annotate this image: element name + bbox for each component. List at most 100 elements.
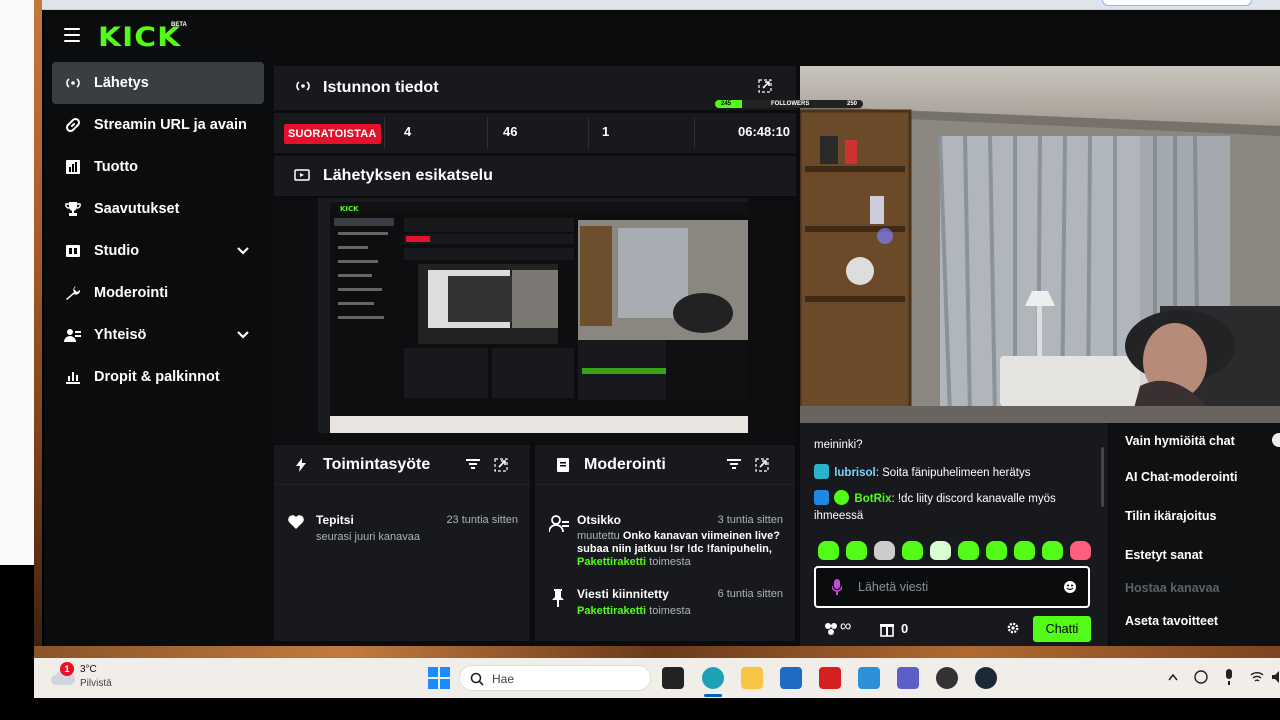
moderation-user[interactable]: Pakettiraketti xyxy=(577,605,646,617)
preview-title: Lähetyksen esikatselu xyxy=(323,167,493,184)
chat-username[interactable]: BotRix xyxy=(854,493,891,505)
emoji-icon[interactable] xyxy=(1064,581,1076,593)
emote-icon[interactable] xyxy=(874,541,895,560)
emote-icon[interactable] xyxy=(930,541,951,560)
steam-icon[interactable] xyxy=(975,667,997,689)
chat-username[interactable]: lubrisol xyxy=(834,467,876,479)
weather-desc: Pilvistä xyxy=(80,678,112,689)
desktop-dark-area xyxy=(0,565,34,720)
sidebar-item-broadcast[interactable]: Lähetys xyxy=(52,62,264,104)
session-stats: SUORATOISTAA 4 46 1 06:48:10 xyxy=(274,113,796,153)
activity-feed-panel: Toimintasyöte Tepitsi 23 tuntia sitten s… xyxy=(274,445,530,641)
emote-icon[interactable] xyxy=(986,541,1007,560)
menu-item-emote-only[interactable]: Vain hymiöitä chat xyxy=(1125,434,1235,448)
chat-text: !dc liity discord kanavalle myös ihmeess… xyxy=(814,493,1056,522)
filter-icon[interactable] xyxy=(727,458,741,470)
sidebar-item-label: Dropit & palkinnot xyxy=(94,369,220,385)
menu-item-host-channel: Hostaa kanavaa xyxy=(1125,581,1220,595)
session-info-title: Istunnon tiedot xyxy=(323,79,439,96)
chat-message: BotRix: !dc liity discord kanavalle myös… xyxy=(814,490,1096,525)
viewers-value: ∞ xyxy=(840,618,852,635)
sidebar-item-moderation[interactable]: Moderointi xyxy=(52,272,264,314)
chat-send-button[interactable]: Chatti xyxy=(1033,616,1091,642)
emote-icon[interactable] xyxy=(902,541,923,560)
microphone-icon[interactable] xyxy=(832,579,842,595)
bot-badge-icon xyxy=(814,490,829,505)
sidebar-nav: Lähetys Streamin URL ja avain Tuotto Saa… xyxy=(52,62,264,398)
emote-only-toggle[interactable] xyxy=(1272,433,1280,447)
expand-icon[interactable] xyxy=(494,458,508,472)
emote-icon[interactable] xyxy=(846,541,867,560)
activity-user[interactable]: Tepitsi xyxy=(316,513,354,527)
filter-icon[interactable] xyxy=(466,458,480,470)
gear-icon[interactable] xyxy=(1007,622,1019,634)
network-icon[interactable] xyxy=(1194,670,1208,684)
obs-icon[interactable] xyxy=(936,667,958,689)
search-icon xyxy=(470,672,484,686)
emote-icon[interactable] xyxy=(818,541,839,560)
wifi-icon[interactable] xyxy=(1250,671,1264,683)
sidebar-item-studio[interactable]: Studio xyxy=(52,230,264,272)
emote-icon[interactable] xyxy=(958,541,979,560)
followers-label: FOLLOWERS xyxy=(771,101,810,107)
browser-address-pill[interactable] xyxy=(1102,0,1252,6)
preview-video[interactable]: KICK xyxy=(318,198,748,433)
emote-icon[interactable] xyxy=(1014,541,1035,560)
windows-taskbar: 1 3°C Pilvistä Hae xyxy=(34,658,1280,698)
preview-header: Lähetyksen esikatselu xyxy=(274,156,796,196)
followers-count: 46 xyxy=(503,124,518,139)
sidebar-item-stream-url[interactable]: Streamin URL ja avain xyxy=(52,104,264,146)
sidebar-item-label: Tuotto xyxy=(94,159,139,175)
studio-icon xyxy=(64,242,82,260)
chat-message: meininki? xyxy=(814,437,1096,454)
menu-item-set-goals[interactable]: Aseta tavoitteet xyxy=(1125,614,1218,628)
chat-scrollbar[interactable] xyxy=(1101,447,1104,507)
store-icon[interactable] xyxy=(780,667,802,689)
edge-icon[interactable] xyxy=(702,667,724,689)
moderation-item-title: Otsikko xyxy=(577,513,622,527)
menu-item-ai-moderation[interactable]: AI Chat-moderointi xyxy=(1125,470,1238,484)
viewers-count: 4 xyxy=(404,124,412,139)
chat-panel: meininki? lubrisol: Soita fänipuhelimeen… xyxy=(800,423,1108,648)
volume-icon[interactable] xyxy=(1272,671,1280,683)
microphone-icon[interactable] xyxy=(1224,669,1234,685)
weather-temp[interactable]: 3°C xyxy=(80,664,97,675)
svg-text:KICK: KICK xyxy=(340,205,359,213)
windows-start-icon[interactable] xyxy=(428,667,450,689)
emote-icon[interactable] xyxy=(1042,541,1063,560)
taskbar-search[interactable]: Hae xyxy=(459,665,651,691)
gift-icon[interactable] xyxy=(880,621,894,637)
chat-message-input[interactable] xyxy=(858,578,1048,596)
community-icon xyxy=(64,326,82,344)
task-view-icon[interactable] xyxy=(662,667,684,689)
emote-icon[interactable] xyxy=(1070,541,1091,560)
menu-icon[interactable] xyxy=(64,28,80,42)
sidebar-item-revenue[interactable]: Tuotto xyxy=(52,146,264,188)
desktop-window-edge xyxy=(0,0,34,565)
sidebar-item-drops[interactable]: Dropit & palkinnot xyxy=(52,356,264,398)
moderation-user[interactable]: Pakettiraketti xyxy=(577,556,646,568)
app-l-icon[interactable] xyxy=(819,667,841,689)
kick-logo[interactable]: KICK xyxy=(98,22,181,53)
chat-settings-menu: Vain hymiöitä chat AI Chat-moderointi Ti… xyxy=(1110,423,1280,648)
sidebar-item-community[interactable]: Yhteisö xyxy=(52,314,264,356)
menu-item-age-restriction[interactable]: Tilin ikärajoitus xyxy=(1125,509,1216,523)
mail-icon[interactable] xyxy=(858,667,880,689)
menu-item-banned-words[interactable]: Estetyt sanat xyxy=(1125,548,1203,562)
sidebar-item-achievements[interactable]: Saavutukset xyxy=(52,188,264,230)
teams-icon[interactable] xyxy=(897,667,919,689)
chevron-down-icon[interactable] xyxy=(236,244,250,258)
pin-icon xyxy=(552,589,564,607)
viewers-icon[interactable] xyxy=(824,622,838,636)
chevron-down-icon[interactable] xyxy=(236,328,250,342)
desktop-wallpaper-strip xyxy=(34,646,1280,658)
chevron-up-icon[interactable] xyxy=(1168,673,1178,681)
moderation-item-title: Viesti kiinnitetty xyxy=(577,587,669,601)
chat-text: Soita fänipuhelimeen herätys xyxy=(882,467,1031,479)
divider xyxy=(487,117,488,149)
search-placeholder: Hae xyxy=(492,672,515,686)
file-explorer-icon[interactable] xyxy=(741,667,763,689)
webcam-video[interactable] xyxy=(800,66,1280,423)
expand-icon[interactable] xyxy=(758,79,772,93)
expand-icon[interactable] xyxy=(755,458,769,472)
